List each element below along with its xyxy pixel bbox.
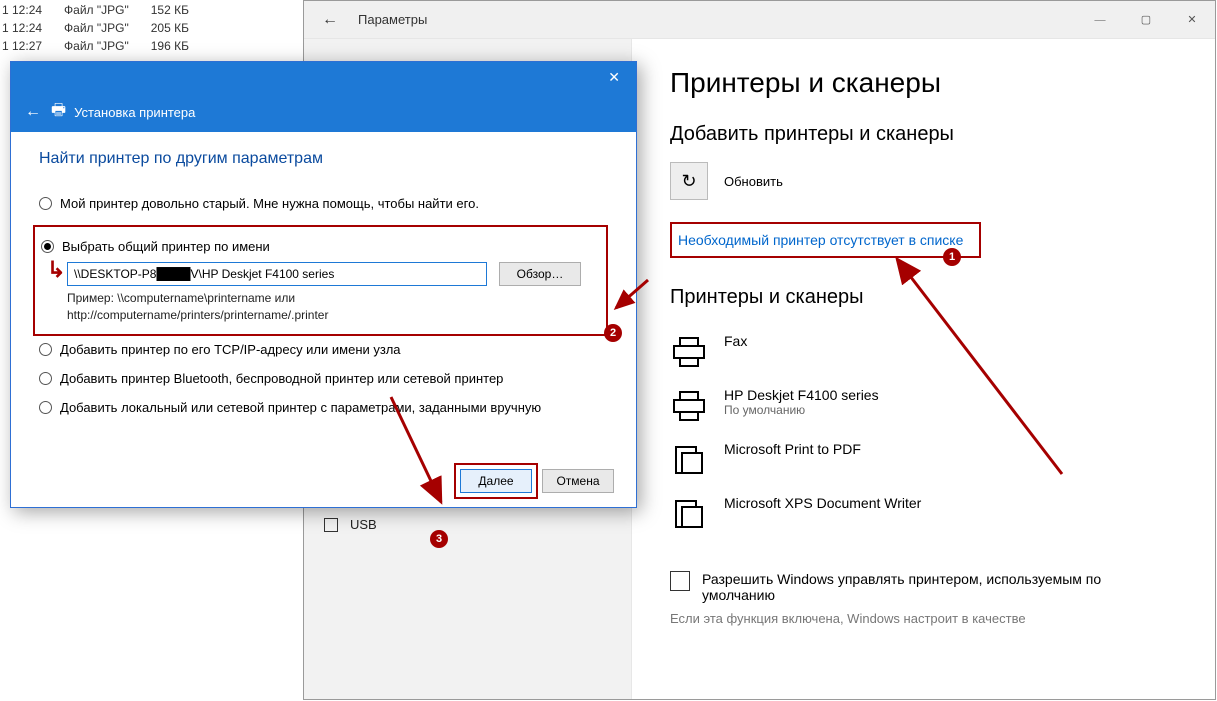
add-section-heading: Добавить принтеры и сканеры [670,123,1215,146]
printer-icon: 🖶 [51,99,66,126]
printer-icon [670,495,708,533]
option-tcpip[interactable]: Добавить принтер по его TCP/IP-адресу ил… [39,342,608,357]
option-label: Добавить принтер по его TCP/IP-адресу ил… [60,342,401,357]
example-text-2: http://computername/printers/printername… [67,307,596,324]
settings-main: Принтеры и сканеры Добавить принтеры и с… [632,39,1215,699]
printer-name: HP Deskjet F4100 series [724,387,879,403]
default-printer-checkbox-label: Разрешить Windows управлять принтером, и… [702,571,1170,603]
refresh-label: Обновить [724,174,783,189]
usb-icon [324,518,338,532]
annotation-badge-2: 2 [604,324,622,342]
annotation-frame-1: Необходимый принтер отсутствует в списке [670,222,981,258]
option-label: Добавить локальный или сетевой принтер с… [60,400,541,415]
refresh-icon: ↻ [670,162,708,200]
shared-printer-path-input[interactable] [67,262,487,286]
printer-icon [670,387,708,425]
browse-button[interactable]: Обзор… [499,262,581,286]
wizard-title-text: Установка принтера [74,105,195,120]
annotation-badge-3: 3 [430,530,448,548]
radio-icon [39,343,52,356]
printer-name: Microsoft XPS Document Writer [724,495,921,511]
printer-name: Fax [724,333,747,349]
option-label: Добавить принтер Bluetooth, беспроводной… [60,371,503,386]
annotation-badge-1: 1 [943,248,961,266]
sidebar-item-usb[interactable]: USB [304,509,631,540]
add-printer-wizard: ✕ ← 🖶 Установка принтера Найти принтер п… [10,61,637,508]
cancel-button[interactable]: Отмена [542,469,614,493]
option-bluetooth[interactable]: Добавить принтер Bluetooth, беспроводной… [39,371,608,386]
option-old-printer[interactable]: Мой принтер довольно старый. Мне нужна п… [39,196,608,211]
radio-icon [39,197,52,210]
annotation-bent-arrow: ↳ [47,257,65,283]
default-printer-checkbox[interactable] [670,571,690,591]
radio-icon [41,240,54,253]
wizard-header: ← 🖶 Установка принтера [11,92,636,132]
printer-item-pdf[interactable]: Microsoft Print to PDF [670,433,1215,487]
printer-icon [670,441,708,479]
settings-back-button[interactable]: ← [322,11,338,29]
radio-icon [39,401,52,414]
printer-item-xps[interactable]: Microsoft XPS Document Writer [670,487,1215,541]
printer-sub: По умолчанию [724,403,879,417]
page-title: Принтеры и сканеры [670,67,1215,99]
printer-item-fax[interactable]: Fax [670,325,1215,379]
option-shared-printer[interactable]: Выбрать общий принтер по имени [41,239,596,254]
window-close-button[interactable]: ✕ [1169,1,1215,38]
default-printer-checkbox-row: Разрешить Windows управлять принтером, и… [670,571,1170,603]
sidebar-item-label: USB [350,517,377,532]
settings-titlebar: ← Параметры — ▢ ✕ [304,1,1215,39]
option-label: Выбрать общий принтер по имени [62,239,270,254]
radio-icon [39,372,52,385]
refresh-button[interactable]: ↻ Обновить [670,162,1215,200]
option-local[interactable]: Добавить локальный или сетевой принтер с… [39,400,608,415]
wizard-titlebar: ✕ [11,62,636,92]
window-maximize-button[interactable]: ▢ [1123,1,1169,38]
background-file-list: 1 12:24Файл "JPG"152 КБ 1 12:24Файл "JPG… [0,0,211,56]
option-label: Мой принтер довольно старый. Мне нужна п… [60,196,479,211]
annotation-frame-2: Выбрать общий принтер по имени ↳ Обзор… … [33,225,608,336]
next-button[interactable]: Далее [460,469,532,493]
printer-item-hp[interactable]: HP Deskjet F4100 series По умолчанию [670,379,1215,433]
window-minimize-button[interactable]: — [1077,1,1123,38]
wizard-back-button[interactable]: ← [25,103,41,121]
default-printer-hint: Если эта функция включена, Windows настр… [670,611,1170,626]
printer-icon [670,333,708,371]
printer-not-listed-link[interactable]: Необходимый принтер отсутствует в списке [678,232,963,248]
wizard-heading: Найти принтер по другим параметрам [39,150,608,168]
example-text-1: Пример: \\computername\printername или [67,290,596,307]
printers-section-heading: Принтеры и сканеры [670,286,1215,309]
wizard-close-button[interactable]: ✕ [600,67,628,88]
printer-name: Microsoft Print to PDF [724,441,861,457]
settings-title: Параметры [358,12,427,27]
